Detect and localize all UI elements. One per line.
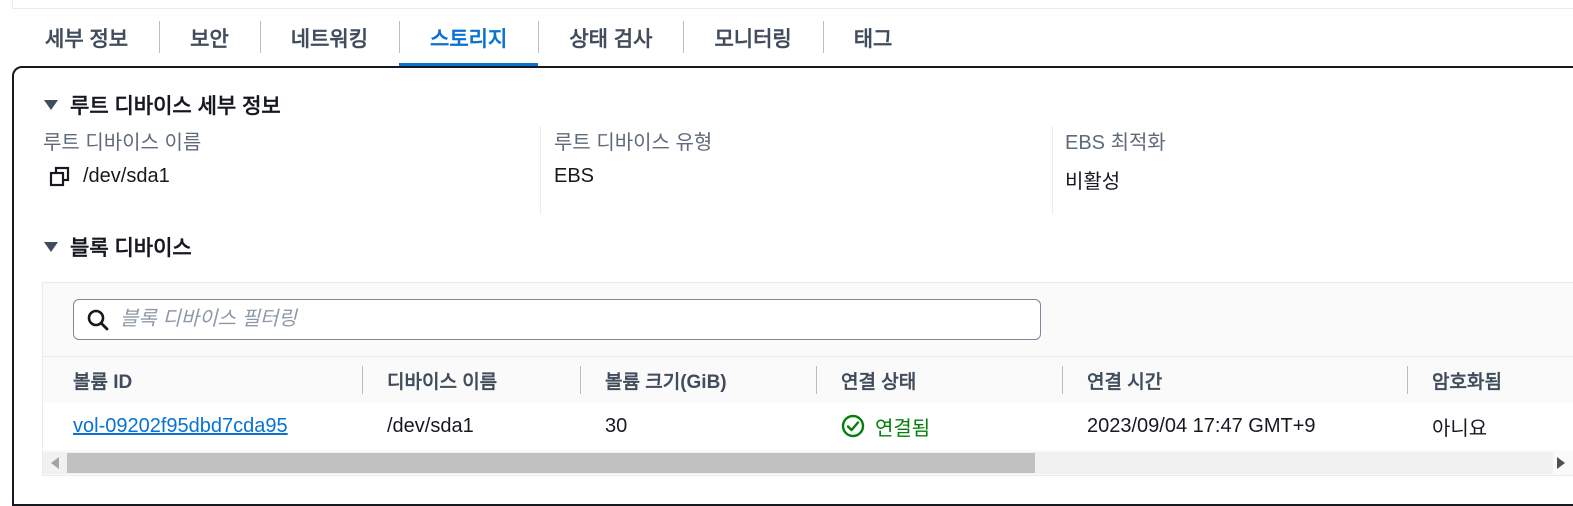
root-device-section-title: 루트 디바이스 세부 정보 (70, 95, 281, 118)
check-circle-icon (841, 414, 865, 438)
column-resizer[interactable] (362, 366, 363, 394)
column-header-encrypted[interactable]: 암호화됨 (1432, 357, 1502, 403)
column-resizer[interactable] (1407, 366, 1408, 394)
column-resizer[interactable] (580, 366, 581, 394)
block-device-filter-input[interactable] (118, 307, 1002, 332)
root-device-type-field: 루트 디바이스 유형 EBS (554, 126, 1034, 214)
divider (540, 126, 541, 214)
attachment-status-cell: 연결됨 (841, 402, 930, 450)
root-device-name-label: 루트 디바이스 이름 (43, 132, 202, 154)
horizontal-scrollbar[interactable] (43, 452, 1565, 474)
search-icon (86, 308, 110, 332)
root-device-type-label: 루트 디바이스 유형 (554, 132, 713, 154)
tab-details[interactable]: 세부 정보 (14, 9, 159, 67)
device-name-cell: /dev/sda1 (387, 414, 474, 437)
table-header: 볼륨 ID 디바이스 이름 볼륨 크기(GiB) 연결 상태 연결 시간 암호화… (43, 356, 1573, 404)
column-header-volume-id[interactable]: 볼륨 ID (73, 357, 132, 403)
column-header-attachment-status[interactable]: 연결 상태 (841, 357, 916, 403)
column-header-device-name[interactable]: 디바이스 이름 (387, 357, 497, 403)
column-resizer[interactable] (816, 366, 817, 394)
volume-size-cell: 30 (605, 414, 628, 437)
ebs-optimized-label: EBS 최적화 (1065, 132, 1166, 154)
tab-networking[interactable]: 네트워킹 (259, 9, 399, 67)
root-device-name-value: /dev/sda1 (83, 165, 170, 187)
column-header-attachment-time[interactable]: 연결 시간 (1087, 357, 1162, 403)
tab-storage[interactable]: 스토리지 (399, 9, 539, 67)
tab-monitoring[interactable]: 모니터링 (683, 9, 822, 67)
root-device-section-header[interactable]: 루트 디바이스 세부 정보 (44, 90, 281, 120)
caret-down-icon (44, 242, 58, 252)
attachment-time-cell: 2023/09/04 17:47 GMT+9 (1087, 414, 1316, 437)
copy-icon[interactable] (49, 166, 71, 188)
divider (1052, 126, 1053, 214)
scrollbar-thumb[interactable] (67, 453, 1035, 473)
root-device-type-value: EBS (554, 165, 595, 187)
volume-id-cell: vol-09202f95dbd7cda95 (73, 402, 288, 450)
caret-down-icon (44, 100, 58, 110)
attachment-status-text: 연결됨 (875, 417, 931, 440)
block-device-filter (73, 299, 1041, 340)
scroll-right-arrow-icon[interactable] (1557, 457, 1565, 469)
column-resizer[interactable] (1062, 366, 1063, 394)
encrypted-cell: 아니요 (1432, 417, 1488, 440)
tab-bar: 세부 정보 보안 네트워킹 스토리지 상태 검사 모니터링 태그 (14, 9, 923, 67)
table-row: vol-09202f95dbd7cda95 /dev/sda1 30 연결됨 2… (43, 402, 1573, 450)
tab-tags[interactable]: 태그 (822, 9, 924, 67)
block-devices-section-title: 블록 디바이스 (70, 237, 192, 260)
tab-status-checks[interactable]: 상태 검사 (538, 9, 683, 67)
top-border (12, 0, 1573, 9)
scroll-left-arrow-icon[interactable] (51, 457, 59, 469)
root-device-name-field: 루트 디바이스 이름 /dev/sda1 (43, 126, 523, 214)
volume-id-link[interactable]: vol-09202f95dbd7cda95 (73, 415, 288, 438)
tab-security[interactable]: 보안 (159, 9, 260, 67)
block-devices-section-header[interactable]: 블록 디바이스 (44, 232, 192, 262)
ebs-optimized-value: 비활성 (1065, 171, 1121, 193)
ebs-optimized-field: EBS 최적화 비활성 (1065, 126, 1545, 214)
column-header-volume-size[interactable]: 볼륨 크기(GiB) (605, 357, 727, 403)
